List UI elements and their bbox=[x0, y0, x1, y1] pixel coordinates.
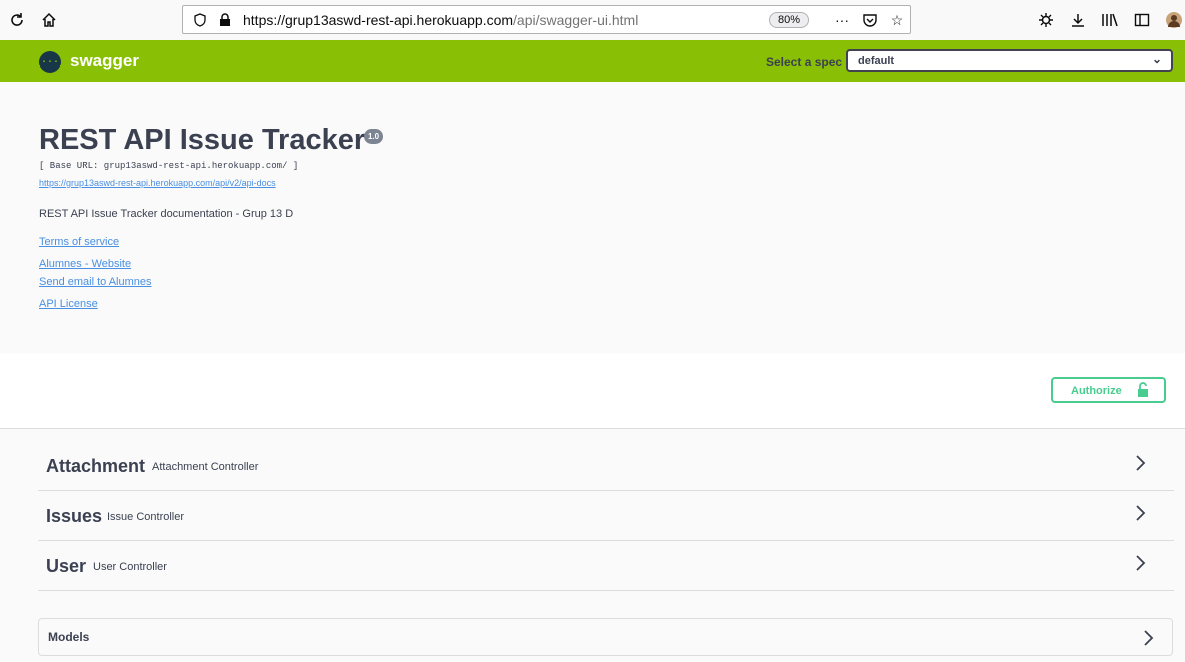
page-actions-icon[interactable]: ··· bbox=[832, 10, 852, 30]
models-section[interactable]: Models bbox=[38, 618, 1173, 656]
chevron-right-icon[interactable] bbox=[1130, 453, 1150, 473]
zoom-indicator[interactable]: 80% bbox=[769, 12, 809, 28]
spec-select-label: Select a spec bbox=[766, 55, 843, 69]
download-icon[interactable] bbox=[1067, 9, 1089, 31]
tag-name: Issues bbox=[46, 506, 103, 526]
contact-email-link[interactable]: Send email to Alumnes bbox=[39, 276, 152, 288]
api-info: REST API Issue Tracker 1.0 [ Base URL: g… bbox=[0, 82, 1185, 353]
home-icon[interactable] bbox=[38, 9, 60, 31]
unlocked-icon bbox=[1136, 382, 1150, 401]
tag-name: User bbox=[46, 556, 87, 576]
lock-icon[interactable] bbox=[215, 10, 235, 30]
scheme-container: Authorize bbox=[0, 353, 1185, 429]
library-icon[interactable] bbox=[1099, 9, 1121, 31]
reload-icon[interactable] bbox=[6, 9, 28, 31]
tag-description: Attachment Controller bbox=[152, 461, 259, 473]
extension-icon[interactable] bbox=[1035, 9, 1057, 31]
url-host: https://grup13aswd-rest-api.herokuapp.co… bbox=[243, 12, 514, 28]
authorize-button[interactable]: Authorize bbox=[1051, 377, 1166, 403]
base-url: [ Base URL: grup13aswd-rest-api.herokuap… bbox=[39, 161, 299, 171]
version-badge: 1.0 bbox=[364, 129, 384, 144]
chevron-right-icon[interactable] bbox=[1138, 628, 1158, 648]
page-title: REST API Issue Tracker bbox=[39, 124, 366, 156]
authorize-label: Authorize bbox=[1071, 385, 1122, 397]
browser-toolbar: https://grup13aswd-rest-api.herokuapp.co… bbox=[0, 0, 1185, 41]
tag-description: User Controller bbox=[93, 561, 167, 573]
tag-description: Issue Controller bbox=[107, 511, 185, 523]
pocket-icon[interactable] bbox=[860, 10, 880, 30]
sidebar-icon[interactable] bbox=[1131, 9, 1153, 31]
swagger-topbar: {···} swagger Select a spec default ⌄ bbox=[0, 40, 1185, 82]
bookmark-star-icon[interactable]: ☆ bbox=[887, 10, 907, 30]
url-path: /api/swagger-ui.html bbox=[513, 12, 639, 28]
terms-of-service-link[interactable]: Terms of service bbox=[39, 236, 119, 248]
tag-issues[interactable]: Issues Issue Controller bbox=[38, 491, 1174, 541]
tag-name: Attachment bbox=[46, 456, 146, 476]
url-text[interactable]: https://grup13aswd-rest-api.herokuapp.co… bbox=[243, 12, 638, 28]
license-link[interactable]: API License bbox=[39, 298, 98, 310]
chevron-right-icon[interactable] bbox=[1130, 553, 1150, 573]
chevron-right-icon[interactable] bbox=[1130, 503, 1150, 523]
profile-avatar-icon[interactable] bbox=[1163, 9, 1185, 31]
api-docs-link[interactable]: https://grup13aswd-rest-api.herokuapp.co… bbox=[39, 178, 276, 188]
website-link[interactable]: Alumnes - Website bbox=[39, 258, 131, 270]
swagger-logo-icon[interactable]: {···} bbox=[35, 51, 65, 73]
spec-select-value: default bbox=[858, 55, 895, 67]
url-bar[interactable]: https://grup13aswd-rest-api.herokuapp.co… bbox=[182, 5, 911, 34]
tag-attachment[interactable]: Attachment Attachment Controller bbox=[38, 441, 1174, 491]
shield-icon[interactable] bbox=[190, 10, 210, 30]
tag-user[interactable]: User User Controller bbox=[38, 541, 1174, 591]
chevron-down-icon: ⌄ bbox=[1151, 52, 1162, 66]
swagger-logo-text[interactable]: swagger bbox=[70, 51, 139, 71]
spec-select[interactable]: default ⌄ bbox=[846, 49, 1173, 72]
models-title: Models bbox=[48, 630, 90, 644]
api-description: REST API Issue Tracker documentation - G… bbox=[39, 208, 294, 220]
